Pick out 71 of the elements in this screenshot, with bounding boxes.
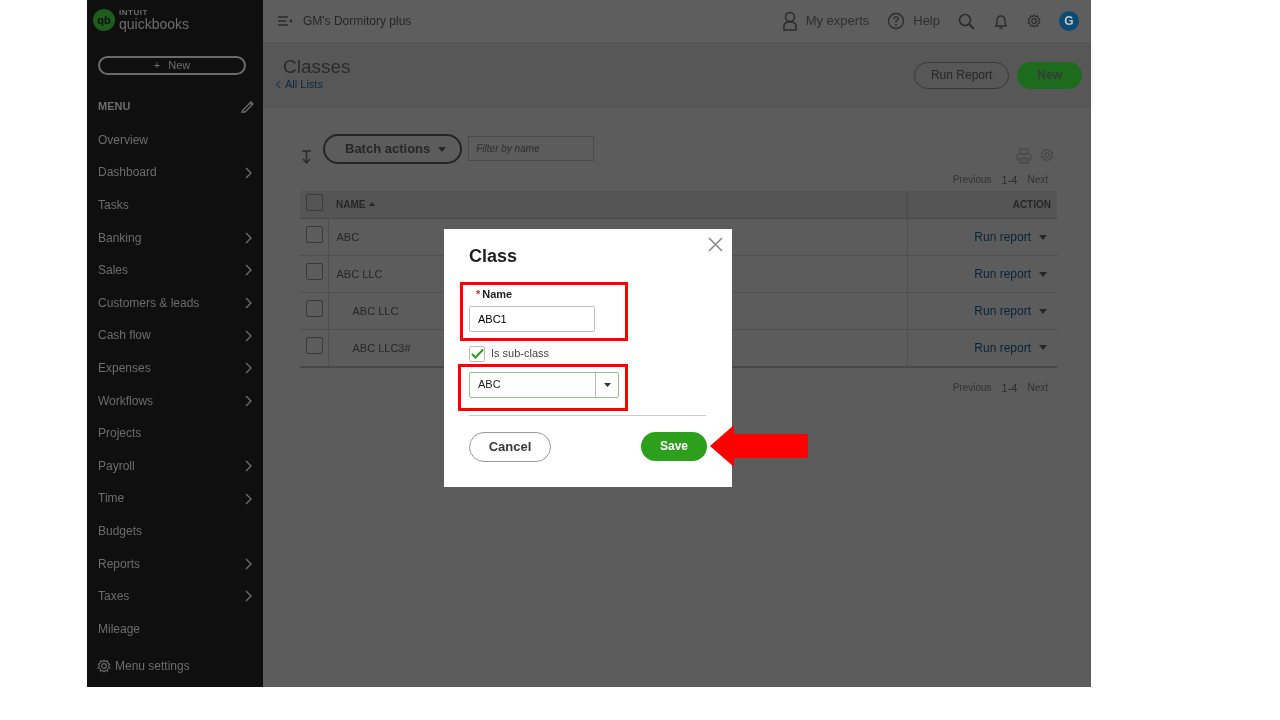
chevron-icon — [244, 166, 253, 179]
menu-item[interactable]: Sales — [87, 254, 263, 287]
arrow-icon — [710, 425, 808, 467]
menu-item[interactable]: Projects — [87, 417, 263, 450]
name-field[interactable]: ABC1 — [469, 305, 595, 332]
caret-icon — [603, 382, 611, 387]
back-link[interactable]: All Lists — [275, 76, 351, 93]
menu-item[interactable]: Banking — [87, 221, 263, 255]
brand-name: quickbooks — [119, 17, 190, 32]
menu-settings-link[interactable]: Menu settings — [87, 645, 263, 687]
chevron-icon — [244, 394, 253, 407]
menu-item[interactable]: Payroll — [87, 449, 263, 483]
menu-item[interactable]: Budgets — [87, 514, 263, 548]
menu-item[interactable]: Customers & leads — [87, 286, 263, 320]
chevron-icon — [244, 264, 253, 277]
run-report-link[interactable]: Run report — [974, 338, 1047, 357]
settings-icon — [97, 659, 111, 674]
run-report-link[interactable]: Run report — [974, 228, 1047, 246]
parent-class-select[interactable]: ABC — [469, 371, 619, 398]
menu-item[interactable]: Cash flow — [87, 319, 263, 352]
menu-item[interactable]: Mileage — [87, 612, 263, 646]
menu-item[interactable]: Overview — [87, 123, 263, 157]
menu-item[interactable]: Workflows — [87, 384, 263, 418]
menu-item[interactable]: Tasks — [87, 188, 263, 222]
help-icon — [887, 12, 906, 30]
sort-icon[interactable] — [300, 149, 313, 164]
run-report-link[interactable]: Run report — [974, 265, 1047, 283]
sort-up-icon — [369, 202, 376, 207]
caret-icon — [1039, 345, 1047, 351]
chevron-icon — [244, 590, 253, 603]
menu-heading: MENU — [98, 99, 131, 115]
chevron-icon — [244, 557, 253, 570]
settings-icon[interactable] — [1027, 14, 1041, 28]
row-checkbox[interactable] — [306, 226, 323, 244]
chevron-icon — [244, 492, 253, 505]
field-label: * Name — [475, 287, 514, 302]
row-checkbox[interactable] — [306, 263, 323, 281]
chevron-icon — [244, 329, 253, 342]
required-marker: * — [476, 288, 481, 300]
cancel-button[interactable]: Cancel — [469, 431, 551, 462]
caret-icon — [1039, 234, 1047, 240]
chevron-icon — [244, 362, 253, 375]
menu-item[interactable]: Taxes — [87, 580, 263, 613]
chevron-icon — [275, 80, 281, 89]
chevron-icon — [244, 459, 253, 472]
menu-item[interactable]: Dashboard — [87, 156, 263, 189]
menu-item[interactable]: Expenses — [87, 351, 263, 385]
row-checkbox[interactable] — [306, 337, 323, 354]
checkbox-label: Is sub-class — [491, 348, 550, 359]
close-icon[interactable] — [708, 237, 723, 252]
menu-item[interactable]: Reports — [87, 547, 263, 581]
dialog-title: Class — [469, 247, 519, 265]
person-icon — [781, 11, 798, 31]
new-button[interactable]: + New — [98, 55, 246, 75]
chevron-icon — [244, 231, 253, 244]
brand-label: INTUIT — [119, 9, 149, 18]
run-report-link[interactable]: Run report — [974, 302, 1047, 320]
chevron-icon — [244, 297, 253, 309]
caret-icon — [1039, 308, 1047, 314]
bell-icon[interactable] — [993, 12, 1009, 30]
caret-icon — [1039, 271, 1047, 277]
select-all-checkbox[interactable] — [306, 193, 323, 211]
menu-icon[interactable] — [277, 14, 293, 28]
avatar-icon[interactable]: G — [1059, 11, 1079, 31]
search-icon[interactable] — [958, 12, 975, 30]
menu-item[interactable]: Time — [87, 482, 263, 515]
subclass-checkbox[interactable] — [469, 345, 485, 362]
save-button[interactable]: Save — [641, 431, 707, 461]
caret-icon — [438, 146, 447, 152]
row-checkbox[interactable] — [306, 300, 323, 318]
logo-icon: qb — [93, 9, 115, 32]
